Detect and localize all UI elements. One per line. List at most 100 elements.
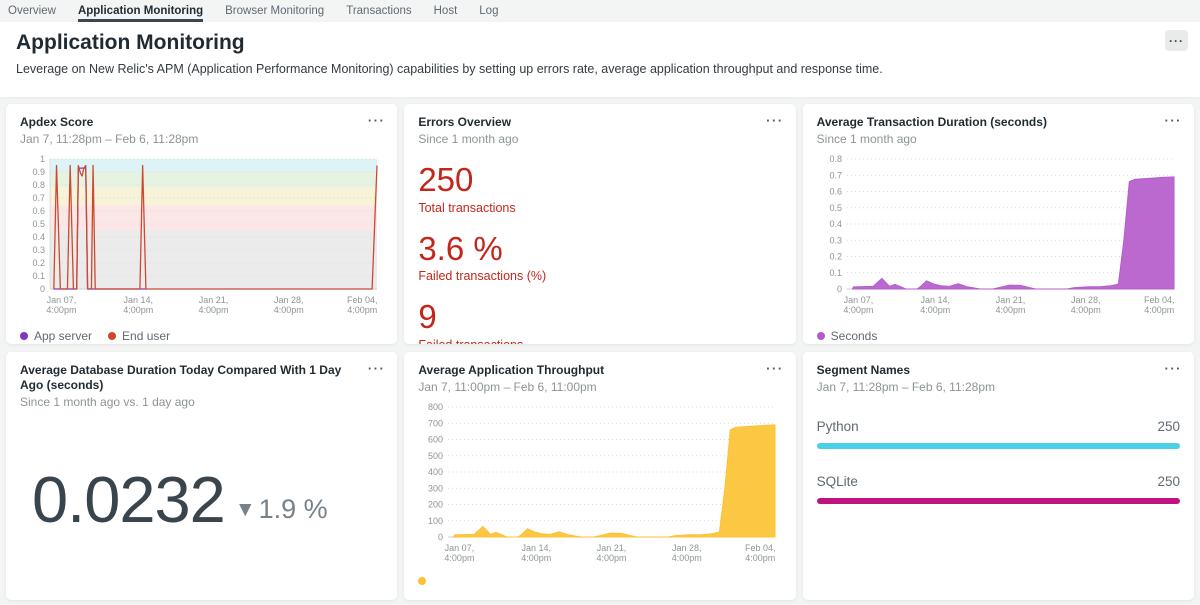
card-menu-ellipsis-icon[interactable]: ··· [368, 114, 386, 127]
svg-text:800: 800 [428, 402, 443, 412]
duration-legend: Seconds [817, 329, 1180, 343]
svg-text:700: 700 [428, 418, 443, 428]
card-subtitle: Since 1 month ago [418, 132, 781, 146]
apdex-legend: App server End user [20, 329, 383, 343]
metric-label: Failed transactions (%) [418, 269, 781, 283]
metric-label: Failed transactions [418, 338, 781, 344]
card-subtitle: Since 1 month ago [817, 132, 1180, 146]
tab-host[interactable]: Host [434, 0, 458, 22]
svg-text:0.1: 0.1 [829, 268, 842, 278]
svg-text:0.7: 0.7 [32, 193, 45, 203]
legend-item-seconds: Seconds [817, 329, 878, 343]
svg-text:4:00pm: 4:00pm [274, 305, 304, 315]
svg-text:0.7: 0.7 [829, 170, 842, 180]
svg-text:Feb 04,: Feb 04, [347, 295, 378, 305]
segment-row-python: Python 250 [817, 419, 1180, 449]
card-menu-ellipsis-icon[interactable]: ··· [1165, 114, 1183, 127]
metric-value: 3.6 % [418, 232, 781, 267]
svg-text:Jan 28,: Jan 28, [274, 295, 304, 305]
svg-text:Jan 07,: Jan 07, [445, 543, 475, 553]
svg-text:4:00pm: 4:00pm [920, 305, 950, 315]
svg-text:0: 0 [438, 532, 443, 542]
card-subtitle: Jan 7, 11:00pm – Feb 6, 11:00pm [418, 380, 781, 394]
svg-text:Jan 14,: Jan 14, [920, 295, 950, 305]
segment-value: 250 [1157, 419, 1180, 434]
svg-text:500: 500 [428, 451, 443, 461]
delta-indicator: ▼ 1.9 % [225, 494, 328, 525]
card-subtitle: Jan 7, 11:28pm – Feb 6, 11:28pm [20, 132, 383, 146]
svg-text:200: 200 [428, 500, 443, 510]
svg-text:Jan 21,: Jan 21, [995, 295, 1025, 305]
card-avg-application-throughput: Average Application Throughput Jan 7, 11… [404, 352, 795, 600]
svg-text:1: 1 [40, 154, 45, 164]
legend-item-throughput [418, 577, 432, 585]
svg-text:0.5: 0.5 [829, 203, 842, 213]
card-subtitle: Jan 7, 11:28pm – Feb 6, 11:28pm [817, 380, 1180, 394]
legend-label: App server [34, 329, 92, 343]
tab-application-monitoring[interactable]: Application Monitoring [78, 0, 203, 22]
svg-text:0.4: 0.4 [829, 219, 842, 229]
throughput-chart: 0100200300400500600700800Jan 07,4:00pmJa… [418, 399, 781, 574]
end-user-legend-dot-icon [108, 332, 116, 340]
svg-text:100: 100 [428, 516, 443, 526]
card-menu-ellipsis-icon[interactable]: ··· [766, 362, 784, 375]
segment-label: Python [817, 419, 859, 434]
svg-text:4:00pm: 4:00pm [522, 553, 552, 563]
svg-text:4:00pm: 4:00pm [123, 305, 153, 315]
tab-transactions[interactable]: Transactions [346, 0, 411, 22]
segment-value: 250 [1157, 474, 1180, 489]
app-server-legend-dot-icon [20, 332, 28, 340]
svg-text:4:00pm: 4:00pm [1070, 305, 1100, 315]
card-menu-ellipsis-icon[interactable]: ··· [766, 114, 784, 127]
svg-text:Jan 07,: Jan 07, [47, 295, 77, 305]
metric-total-transactions: 250 Total transactions [418, 163, 781, 215]
dashboard-grid: Apdex Score Jan 7, 11:28pm – Feb 6, 11:2… [0, 97, 1200, 603]
tab-overview[interactable]: Overview [8, 0, 56, 22]
metric-value: 250 [418, 163, 781, 198]
big-number-row: 0.0232 ▼ 1.9 % [20, 467, 383, 532]
page-description: Leverage on New Relic's APM (Application… [16, 62, 1184, 76]
svg-text:400: 400 [428, 467, 443, 477]
page-menu-button[interactable]: ··· [1165, 30, 1188, 51]
apdex-chart: 00.10.20.30.40.50.60.70.80.91Jan 07,4:00… [20, 151, 383, 326]
triangle-down-icon: ▼ [235, 499, 256, 520]
svg-text:0.3: 0.3 [32, 245, 45, 255]
throughput-legend-dot-icon [418, 577, 426, 585]
svg-text:0.8: 0.8 [829, 154, 842, 164]
svg-text:4:00pm: 4:00pm [843, 305, 873, 315]
delta-value: 1.9 % [259, 494, 328, 525]
legend-item-app-server: App server [20, 329, 92, 343]
card-title: Average Transaction Duration (seconds) [817, 115, 1180, 130]
throughput-legend [418, 577, 781, 585]
segment-bar-sqlite [817, 498, 1180, 504]
card-title: Average Application Throughput [418, 363, 781, 378]
svg-text:4:00pm: 4:00pm [347, 305, 377, 315]
svg-text:4:00pm: 4:00pm [597, 553, 627, 563]
svg-text:0.3: 0.3 [829, 235, 842, 245]
tab-browser-monitoring[interactable]: Browser Monitoring [225, 0, 324, 22]
metric-label: Total transactions [418, 201, 781, 215]
top-tab-bar: Overview Application Monitoring Browser … [0, 0, 1200, 22]
svg-text:4:00pm: 4:00pm [672, 553, 702, 563]
svg-text:Feb 04,: Feb 04, [745, 543, 776, 553]
svg-text:4:00pm: 4:00pm [198, 305, 228, 315]
transaction-duration-chart: 00.10.20.30.40.50.60.70.8Jan 07,4:00pmJa… [817, 151, 1180, 326]
svg-text:0.2: 0.2 [32, 258, 45, 268]
card-menu-ellipsis-icon[interactable]: ··· [368, 362, 386, 375]
segment-bar-python [817, 443, 1180, 449]
card-title: Average Database Duration Today Compared… [20, 363, 383, 393]
tab-log[interactable]: Log [479, 0, 498, 22]
card-avg-transaction-duration: Average Transaction Duration (seconds) S… [803, 104, 1194, 344]
segment-label: SQLite [817, 474, 858, 489]
seconds-legend-dot-icon [817, 332, 825, 340]
svg-text:0: 0 [837, 284, 842, 294]
card-segment-names: Segment Names Jan 7, 11:28pm – Feb 6, 11… [803, 352, 1194, 600]
svg-text:Jan 28,: Jan 28, [1071, 295, 1101, 305]
metric-failed-transactions-pct: 3.6 % Failed transactions (%) [418, 232, 781, 284]
svg-text:300: 300 [428, 483, 443, 493]
segment-row-sqlite: SQLite 250 [817, 474, 1180, 504]
card-title: Segment Names [817, 363, 1180, 378]
svg-text:Feb 04,: Feb 04, [1144, 295, 1175, 305]
card-menu-ellipsis-icon[interactable]: ··· [1165, 362, 1183, 375]
legend-label: Seconds [831, 329, 878, 343]
